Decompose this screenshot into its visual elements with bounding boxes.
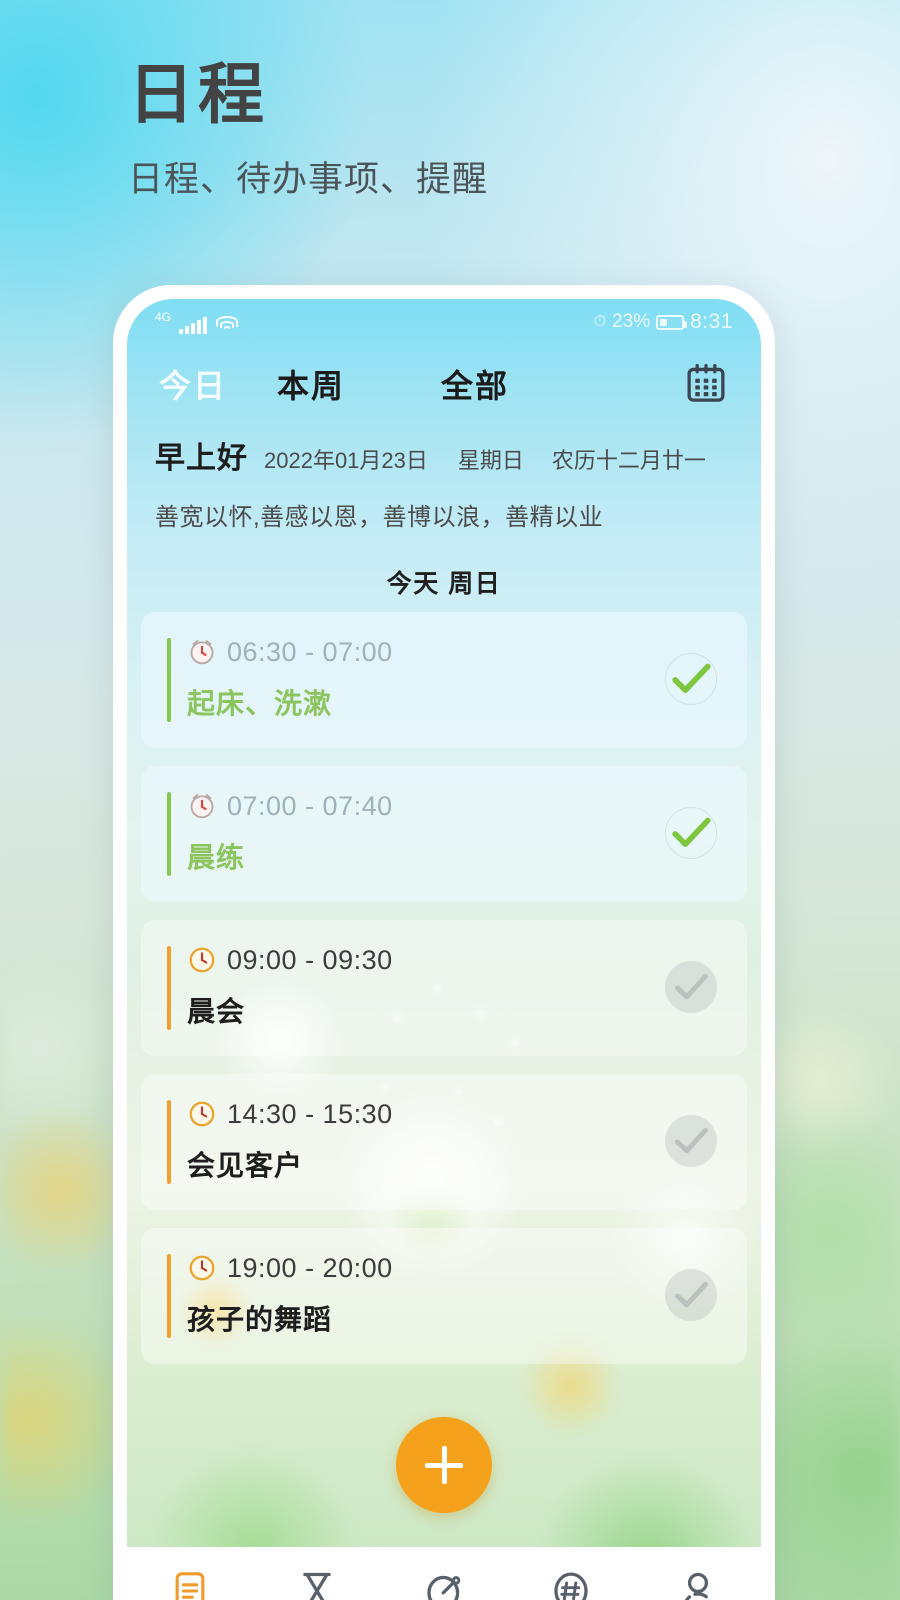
task-complete-toggle[interactable] — [663, 1113, 719, 1169]
task-time-row: 09:00 - 09:30 — [187, 945, 663, 976]
clock-icon — [189, 1101, 215, 1127]
task-body: 19:00 - 20:00 孩子的舞蹈 — [163, 1253, 663, 1338]
battery-icon — [656, 314, 688, 330]
task-time-row: 07:00 - 07:40 — [187, 791, 663, 822]
task-time: 14:30 - 15:30 — [227, 1098, 393, 1129]
task-accent-bar — [167, 1254, 171, 1338]
task-complete-toggle[interactable] — [663, 959, 719, 1015]
bottom-nav-bar: 日程 倒计时 秒表 — [127, 1547, 761, 1600]
nav-item-countdown[interactable]: 倒计时 — [254, 1569, 381, 1600]
hourglass-icon — [303, 1572, 331, 1600]
task-card[interactable]: 09:00 - 09:30 晨会 — [141, 920, 747, 1056]
signal-bars-icon — [179, 316, 208, 334]
greeting-quote: 善宽以怀,善感以恩，善博以浪，善精以业 — [155, 504, 604, 531]
status-bar: 4G ⏱ 23% 8:31 — [127, 299, 761, 345]
greeting-lunar-date: 农历十二月廿一 — [551, 448, 706, 473]
task-card[interactable]: 06:30 - 07:00 起床、洗漱 — [141, 612, 747, 748]
task-body: 14:30 - 15:30 会见客户 — [163, 1099, 663, 1184]
schedule-list-icon — [176, 1572, 205, 1600]
task-complete-toggle[interactable] — [663, 651, 719, 707]
battery-percent-label: 23% — [612, 311, 651, 332]
page-title: 日程 — [128, 57, 268, 131]
task-accent-bar — [167, 792, 171, 876]
task-title: 晨会 — [187, 995, 246, 1027]
tab-this-week[interactable]: 本周 — [269, 357, 353, 411]
greeting-weekday: 星期日 — [457, 448, 524, 473]
clock-icon — [189, 1255, 215, 1281]
top-tab-bar: 今日 本周 全部 — [127, 345, 761, 419]
clock-icon — [189, 947, 215, 973]
day-section-header: 今天 周日 — [386, 570, 502, 598]
greeting-date: 2022年01月23日 — [264, 448, 428, 473]
task-title: 起床、洗漱 — [187, 687, 333, 719]
page-subtitle: 日程、待办事项、提醒 — [128, 159, 489, 199]
task-time-row: 06:30 - 07:00 — [187, 637, 663, 668]
phone-mockup: 4G ⏱ 23% 8:31 今日 本周 全部 早上好 2022年01月23日 星… — [113, 285, 775, 1600]
task-accent-bar — [167, 946, 171, 1030]
counter-hash-icon — [554, 1572, 588, 1600]
check-ring — [665, 1115, 717, 1167]
task-complete-toggle[interactable] — [663, 1267, 719, 1323]
add-schedule-fab[interactable] — [396, 1417, 492, 1513]
task-time-row: 14:30 - 15:30 — [187, 1099, 663, 1130]
calendar-button[interactable] — [683, 361, 729, 407]
alarm-clock-icon — [190, 794, 214, 819]
task-complete-toggle[interactable] — [663, 805, 719, 861]
task-body: 06:30 - 07:00 起床、洗漱 — [163, 637, 663, 722]
nav-item-schedule[interactable]: 日程 — [127, 1569, 254, 1600]
tab-today[interactable]: 今日 — [151, 357, 235, 411]
greeting-row: 早上好 2022年01月23日 星期日 农历十二月廿一 — [155, 433, 733, 477]
task-accent-bar — [167, 638, 171, 722]
task-title: 晨练 — [187, 841, 246, 873]
alarm-clock-icon — [190, 640, 214, 665]
task-card[interactable]: 07:00 - 07:40 晨练 — [141, 766, 747, 902]
task-card[interactable]: 19:00 - 20:00 孩子的舞蹈 — [141, 1228, 747, 1364]
network-type-label: 4G — [155, 309, 172, 324]
task-time-row: 19:00 - 20:00 — [187, 1253, 663, 1284]
person-icon — [684, 1572, 711, 1600]
nav-item-counter[interactable]: 计次 — [507, 1569, 634, 1600]
tab-group: 本周 全部 — [269, 357, 517, 411]
nav-item-profile[interactable]: 我的 — [634, 1569, 761, 1600]
task-time: 06:30 - 07:00 — [227, 636, 393, 667]
phone-screen: 4G ⏱ 23% 8:31 今日 本周 全部 早上好 2022年01月23日 星… — [127, 299, 761, 1600]
status-bar-right: ⏱ 23% 8:31 — [594, 310, 733, 334]
check-ring — [665, 1269, 717, 1321]
task-title: 会见客户 — [187, 1149, 304, 1181]
task-card[interactable]: 14:30 - 15:30 会见客户 — [141, 1074, 747, 1210]
task-body: 09:00 - 09:30 晨会 — [163, 945, 663, 1030]
check-ring — [665, 961, 717, 1013]
task-time: 09:00 - 09:30 — [227, 944, 393, 975]
greeting-block: 早上好 2022年01月23日 星期日 农历十二月廿一 善宽以怀,善感以恩，善博… — [127, 419, 761, 532]
task-body: 07:00 - 07:40 晨练 — [163, 791, 663, 876]
task-list: 06:30 - 07:00 起床、洗漱 07:00 - 07:40 晨练 09:… — [127, 600, 761, 1364]
check-ring — [665, 807, 717, 859]
check-ring — [665, 653, 717, 705]
nav-item-stopwatch[interactable]: 秒表 — [381, 1569, 508, 1600]
status-bar-clock: 8:31 — [690, 310, 733, 333]
calendar-icon — [687, 363, 725, 402]
task-time: 07:00 - 07:40 — [227, 790, 393, 821]
alarm-icon: ⏱ — [593, 313, 607, 330]
task-accent-bar — [167, 1100, 171, 1184]
greeting-hello: 早上好 — [155, 442, 248, 475]
status-bar-left: 4G — [155, 311, 239, 334]
wifi-icon — [215, 315, 239, 334]
task-time: 19:00 - 20:00 — [227, 1252, 393, 1283]
task-title: 孩子的舞蹈 — [187, 1303, 333, 1335]
hero-block: 日程 日程、待办事项、提醒 — [128, 58, 488, 202]
stopwatch-icon — [427, 1575, 461, 1600]
tab-all[interactable]: 全部 — [433, 357, 517, 411]
